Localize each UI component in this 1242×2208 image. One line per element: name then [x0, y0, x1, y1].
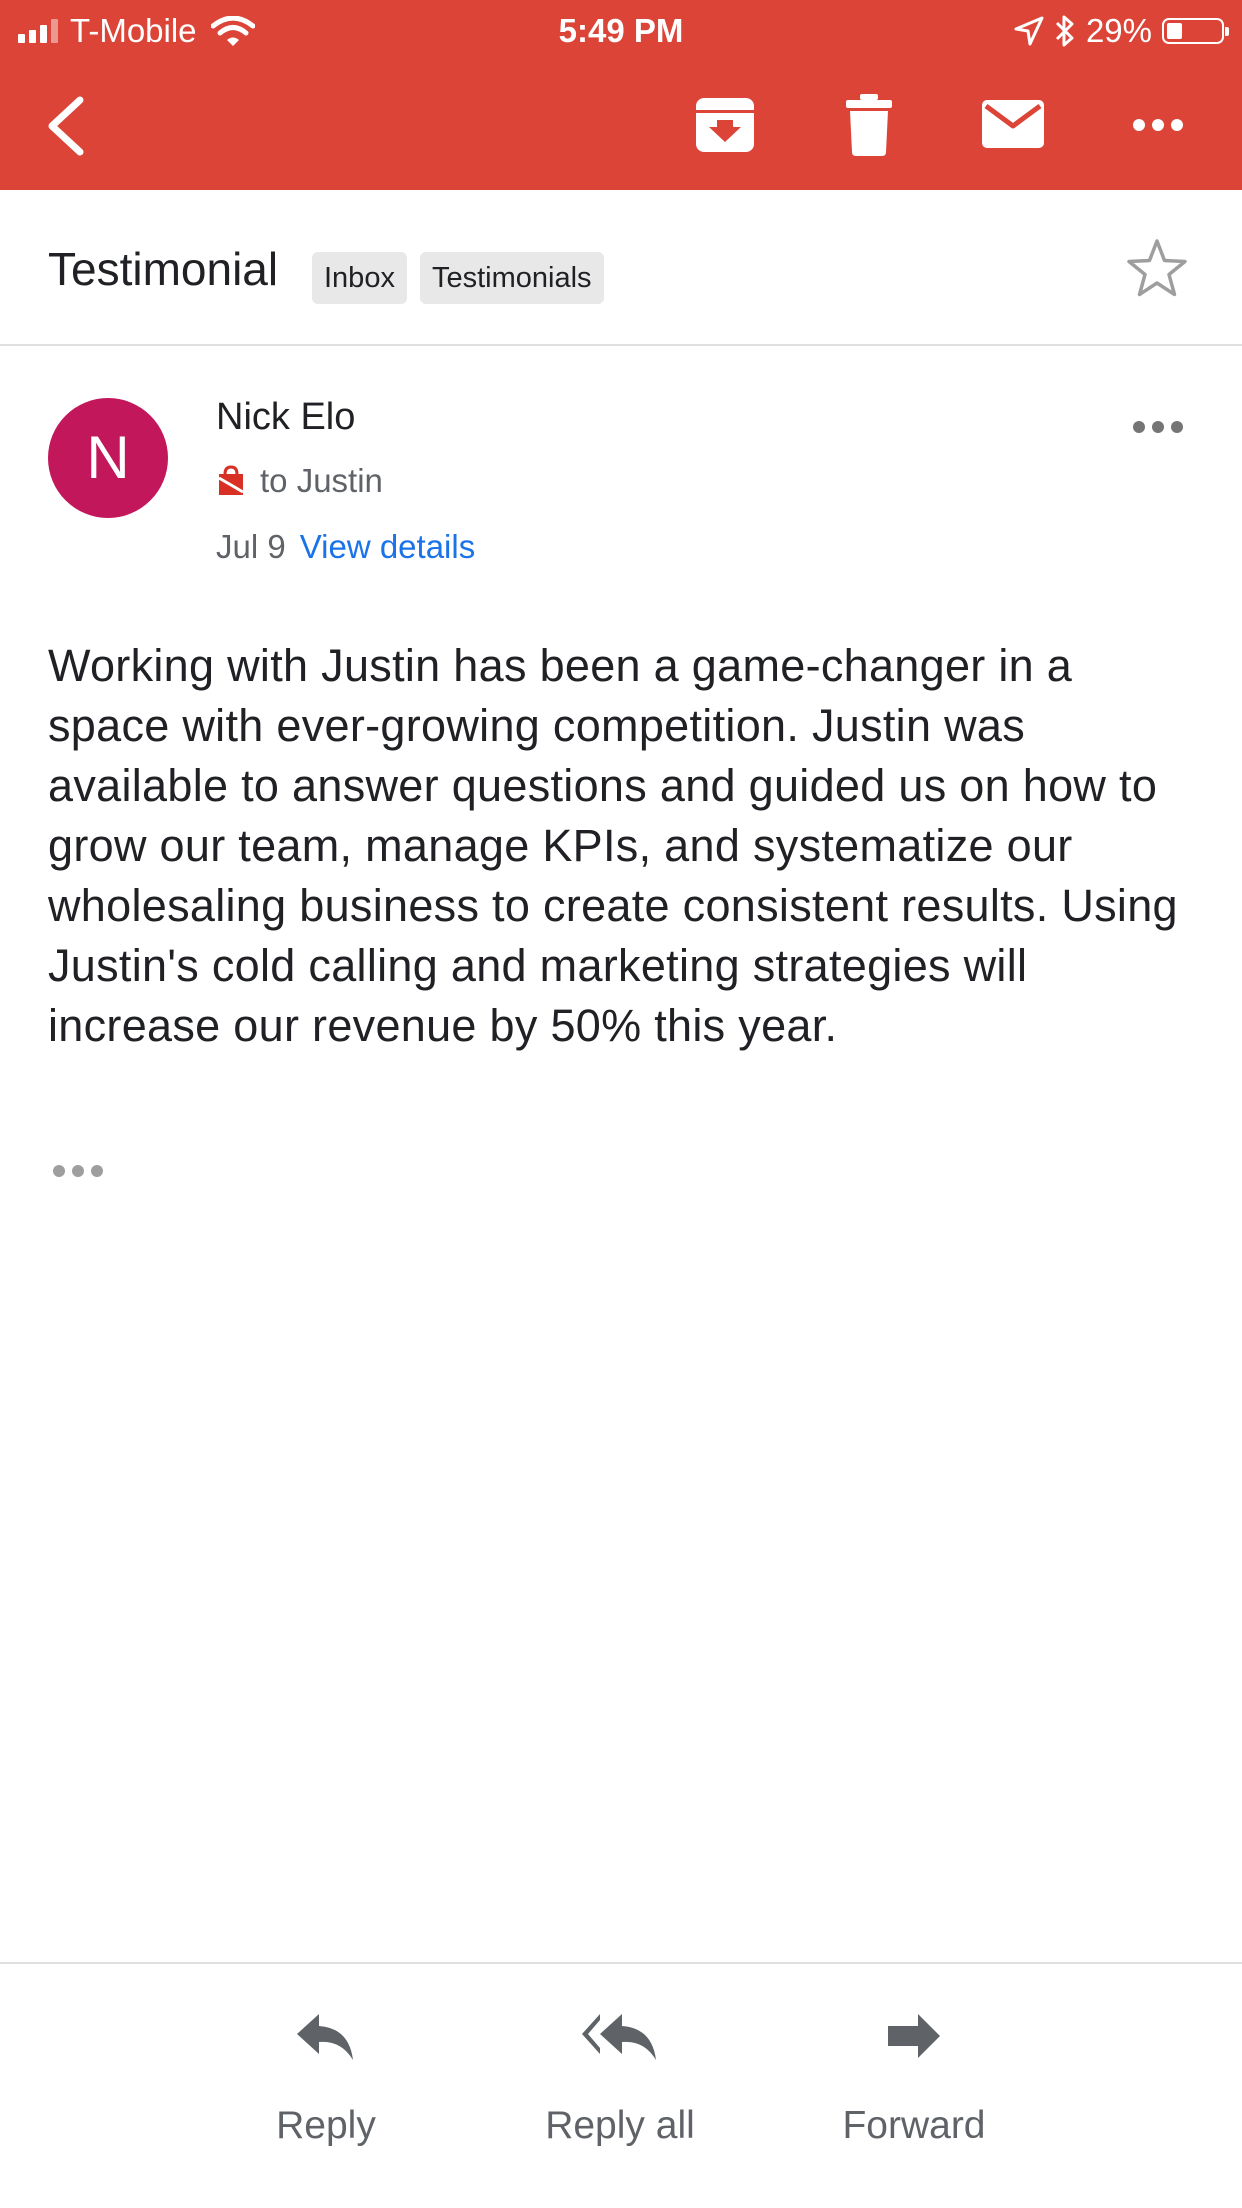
- label-chip-inbox[interactable]: Inbox: [312, 252, 407, 304]
- recipient-row[interactable]: to Justin: [216, 462, 383, 500]
- important-marker-icon: [218, 465, 244, 495]
- avatar[interactable]: N: [48, 398, 168, 518]
- subject-header: Testimonial Inbox Testimonials: [0, 190, 1242, 346]
- battery-percent: 29%: [1085, 12, 1152, 49]
- date-row: Jul 9 View details: [216, 528, 475, 566]
- trash-icon[interactable]: [846, 94, 892, 156]
- bluetooth-icon: [1055, 15, 1074, 47]
- reply-all-button[interactable]: Reply all: [510, 2014, 730, 2148]
- reply-icon: [297, 2014, 353, 2060]
- forward-icon: [888, 2014, 940, 2058]
- star-icon[interactable]: [1126, 238, 1188, 298]
- status-bar: T-Mobile 5:49 PM 29%: [0, 0, 1242, 62]
- recipient-label: to Justin: [260, 462, 383, 499]
- archive-icon[interactable]: [696, 96, 754, 154]
- forward-label: Forward: [842, 2104, 986, 2147]
- reply-all-label: Reply all: [545, 2104, 695, 2147]
- forward-button[interactable]: Forward: [804, 2014, 1024, 2148]
- battery-icon: [1162, 18, 1229, 44]
- sender-name[interactable]: Nick Elo: [216, 396, 355, 439]
- message-body: Working with Justin has been a game-chan…: [48, 640, 1178, 1051]
- view-details-link[interactable]: View details: [300, 528, 476, 566]
- reply-all-icon: [582, 2014, 656, 2060]
- more-horizontal-icon[interactable]: [1132, 118, 1184, 132]
- reply-label: Reply: [276, 2104, 376, 2147]
- thread-subject: Testimonial: [48, 243, 279, 295]
- show-trimmed-content-icon[interactable]: [52, 1164, 104, 1178]
- message-more-icon[interactable]: [1132, 420, 1184, 434]
- mail-icon[interactable]: [982, 100, 1044, 148]
- location-arrow-icon: [1014, 16, 1044, 46]
- app-toolbar: T-Mobile 5:49 PM 29%: [0, 0, 1242, 190]
- reply-actions-bar: Reply Reply all Forward: [0, 1962, 1242, 2208]
- back-arrow-icon[interactable]: [44, 96, 88, 156]
- reply-button[interactable]: Reply: [216, 2014, 436, 2148]
- label-chip-testimonials[interactable]: Testimonials: [420, 252, 604, 304]
- status-right: 29%: [1014, 12, 1229, 50]
- message-date: Jul 9: [216, 528, 286, 565]
